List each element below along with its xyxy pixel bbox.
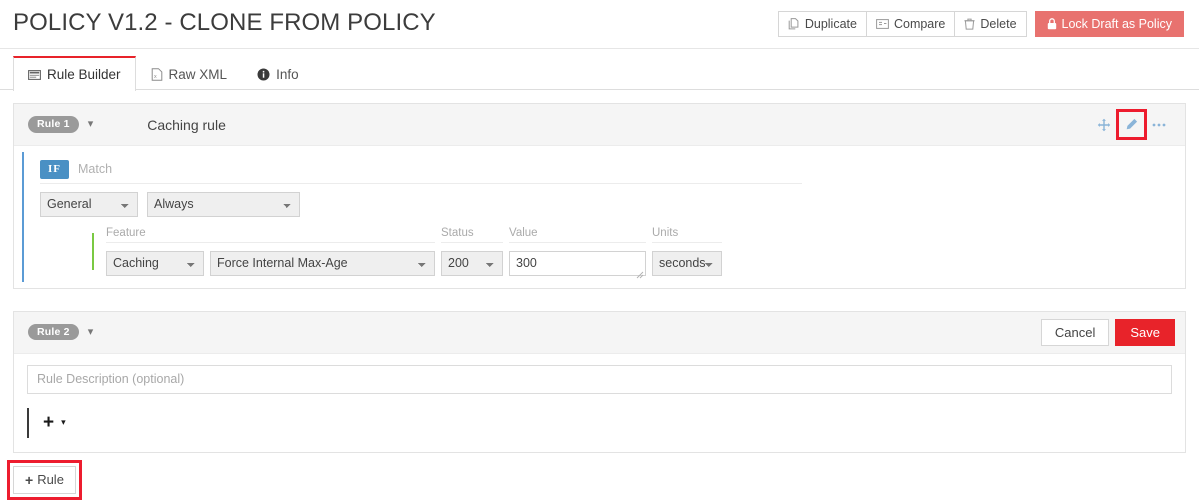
add-rule-label: Rule bbox=[37, 472, 64, 488]
status-label: Status bbox=[441, 227, 503, 243]
status-select[interactable]: 200 bbox=[441, 250, 503, 276]
save-button[interactable]: Save bbox=[1115, 318, 1175, 346]
add-rule-wrap: + Rule bbox=[7, 459, 82, 500]
edit-pencil-icon[interactable] bbox=[1116, 109, 1147, 140]
header-actions: Duplicate Compare Delete Lock Draft as P… bbox=[777, 11, 1184, 37]
add-rule-button[interactable]: + Rule bbox=[13, 465, 76, 494]
add-rule-plus-icon: + bbox=[25, 471, 34, 488]
condition-accent-bar bbox=[22, 152, 24, 282]
action-accent-bar bbox=[92, 232, 94, 270]
tab-info-label: Info bbox=[276, 67, 299, 82]
rule-1-header: Rule 1 ▾ Caching rule bbox=[14, 104, 1185, 146]
tab-bar: Rule Builder x Raw XML Info bbox=[0, 49, 1199, 91]
match-label: Match bbox=[78, 162, 113, 177]
feature-select[interactable]: Caching bbox=[106, 250, 204, 276]
rule-2-header: Rule 2 ▾ Cancel Save bbox=[14, 311, 1185, 354]
delete-label: Delete bbox=[980, 16, 1017, 31]
window-icon bbox=[28, 69, 41, 81]
rule-description-input[interactable] bbox=[27, 364, 1172, 394]
units-label: Units bbox=[652, 227, 722, 243]
rule-card-2: Rule 2 ▾ Cancel Save + ▾ bbox=[13, 310, 1186, 453]
feature-group: Feature Caching Force Internal Max-Age bbox=[106, 227, 435, 276]
cancel-button[interactable]: Cancel bbox=[1040, 318, 1110, 346]
tab-raw-xml-label: Raw XML bbox=[168, 67, 228, 82]
tab-info[interactable]: Info bbox=[242, 57, 314, 91]
lock-icon bbox=[1047, 18, 1057, 30]
move-icon[interactable] bbox=[1090, 111, 1118, 139]
condition-category-select[interactable]: General bbox=[40, 191, 138, 217]
page-header: POLICY V1.2 - CLONE FROM POLICY Duplicat… bbox=[0, 0, 1199, 49]
feature-option-select[interactable]: Force Internal Max-Age bbox=[210, 250, 435, 276]
duplicate-label: Duplicate bbox=[804, 16, 857, 31]
rule-2-body: + ▾ bbox=[14, 353, 1185, 438]
rule-2-description-wrap bbox=[14, 354, 1185, 394]
add-condition-plus-icon[interactable]: + bbox=[43, 413, 54, 432]
rule-2-collapse-chevron-down-icon[interactable]: ▾ bbox=[88, 326, 94, 338]
add-rule-annotation-box: + Rule bbox=[7, 459, 82, 500]
feature-label: Feature bbox=[106, 227, 435, 243]
rule-1-action-row: Feature Caching Force Internal Max-Age S… bbox=[92, 227, 1185, 278]
page-title: POLICY V1.2 - CLONE FROM POLICY bbox=[13, 9, 436, 36]
rule-1-header-actions bbox=[1090, 104, 1173, 145]
header-button-group: Duplicate Compare Delete bbox=[777, 11, 1027, 37]
rule-1-collapse-chevron-down-icon[interactable]: ▾ bbox=[88, 119, 94, 130]
compare-button[interactable]: Compare bbox=[865, 11, 956, 37]
rule-card-1: Rule 1 ▾ Caching rule IF Match General A… bbox=[13, 103, 1186, 289]
rule-2-header-actions: Cancel Save bbox=[1040, 318, 1175, 346]
rule-1-condition-block: IF Match General Always Feature Caching … bbox=[22, 146, 1185, 288]
lock-draft-as-policy-button[interactable]: Lock Draft as Policy bbox=[1034, 11, 1184, 37]
trash-icon bbox=[964, 18, 975, 30]
compare-icon bbox=[876, 18, 889, 30]
status-group: Status 200 bbox=[441, 227, 503, 276]
delete-button[interactable]: Delete bbox=[954, 11, 1027, 37]
rule-2-add-row: + ▾ bbox=[27, 407, 1185, 438]
xml-file-icon: x bbox=[151, 68, 163, 81]
lock-draft-label: Lock Draft as Policy bbox=[1061, 16, 1172, 31]
rule-1-title: Caching rule bbox=[147, 116, 226, 133]
if-badge: IF bbox=[40, 160, 69, 179]
tab-rule-builder-label: Rule Builder bbox=[47, 67, 121, 82]
condition-operator-select[interactable]: Always bbox=[147, 191, 300, 217]
more-ellipsis-icon[interactable] bbox=[1145, 111, 1173, 139]
rule-builder-content: Rule 1 ▾ Caching rule IF Match General A… bbox=[0, 103, 1199, 500]
if-match-row: IF Match bbox=[40, 160, 802, 184]
add-condition-chevron-down-icon[interactable]: ▾ bbox=[61, 418, 66, 427]
rule-1-badge: Rule 1 bbox=[28, 116, 79, 133]
compare-label: Compare bbox=[893, 16, 946, 31]
rule-1-body: IF Match General Always Feature Caching … bbox=[14, 146, 1185, 288]
value-input[interactable]: 300 bbox=[509, 250, 646, 276]
copy-icon bbox=[788, 18, 800, 30]
svg-text:x: x bbox=[154, 74, 157, 80]
duplicate-button[interactable]: Duplicate bbox=[777, 11, 867, 37]
add-row-accent-bar bbox=[27, 407, 29, 438]
value-group: Value 300 bbox=[509, 227, 646, 278]
units-group: Units seconds bbox=[652, 227, 722, 276]
rule-2-badge: Rule 2 bbox=[28, 323, 79, 341]
units-select[interactable]: seconds bbox=[652, 250, 722, 276]
info-circle-icon bbox=[257, 68, 270, 81]
tab-raw-xml[interactable]: x Raw XML bbox=[136, 57, 243, 91]
tab-rule-builder[interactable]: Rule Builder bbox=[13, 56, 136, 91]
value-label: Value bbox=[509, 227, 646, 243]
